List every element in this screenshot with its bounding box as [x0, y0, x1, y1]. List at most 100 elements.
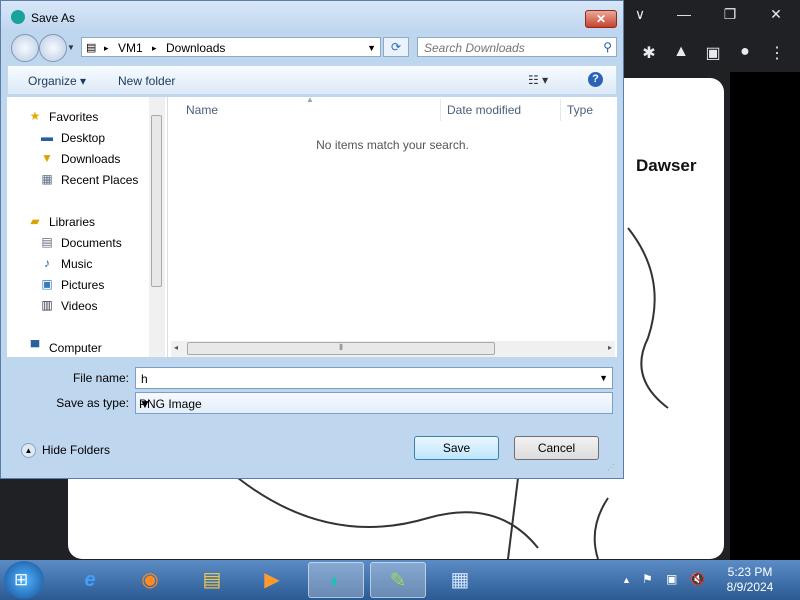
extensions-icon[interactable]: ✱ — [638, 43, 660, 63]
nav-label: Pictures — [61, 278, 105, 292]
downloads-icon: ▼ — [41, 151, 53, 165]
save-button[interactable]: Save — [414, 436, 499, 460]
file-name-label: File name: — [72, 371, 129, 385]
firefox-icon[interactable]: ◉ — [122, 562, 178, 598]
file-list[interactable]: Name ▲ Date modified Type No items match… — [168, 95, 617, 357]
canvas-text: Dawser — [636, 156, 697, 175]
windows-logo-icon: ⊞ — [14, 570, 29, 589]
nav-label: Computer — [49, 341, 102, 355]
column-divider[interactable] — [440, 99, 441, 121]
minimize-icon[interactable]: — — [672, 6, 696, 22]
scroll-right-icon[interactable]: ▸ — [608, 343, 612, 352]
change-view-button[interactable]: ☷ ▾ — [528, 73, 548, 87]
restore-icon[interactable]: ❐ — [718, 6, 742, 23]
browser-app-icon[interactable]: ◐ — [308, 562, 364, 598]
hide-folders-button[interactable]: ▲ Hide Folders — [21, 443, 111, 459]
start-button[interactable]: ⊞ — [4, 561, 44, 599]
save-as-type-select[interactable]: PNG Image ▼ — [135, 392, 613, 414]
close-icon[interactable]: ✕ — [764, 6, 788, 23]
search-box[interactable]: ⚲ — [417, 37, 617, 57]
app-icon — [11, 10, 25, 24]
documents-icon: ▤ — [41, 235, 53, 249]
save-as-type-dropdown-icon[interactable]: ▼ — [139, 397, 608, 411]
music-icon: ♪ — [44, 256, 50, 270]
folder-icon: ▤ — [86, 42, 97, 54]
computer-icon: ▀ — [30, 340, 40, 354]
nav-label: Documents — [61, 236, 122, 250]
scroll-left-icon[interactable]: ◂ — [174, 343, 178, 352]
back-button[interactable] — [11, 34, 39, 62]
browser-toolbar: ∨ — ❐ ✕ ✱ ▲ ▣ ● ⋮ — [620, 0, 800, 72]
file-explorer-icon[interactable]: ▤ — [184, 562, 240, 598]
tab-search-icon[interactable]: ∨ — [628, 6, 652, 23]
clock[interactable]: 5:23 PM 8/9/2024 — [722, 565, 778, 595]
profile-icon[interactable]: ● — [734, 43, 756, 61]
remote-desktop-icon[interactable]: ▦ — [432, 562, 488, 598]
save-as-dialog: Save As ✕ ▼ ▤ ▸ VM1 ▸ Downloads ▼ ⟳ ⚲ Or… — [0, 0, 624, 479]
file-name-input[interactable] — [139, 370, 583, 388]
nav-label: Music — [61, 257, 93, 271]
navigation-pane: ★ Favorites ▬ Desktop ▼ Downloads ▦ Rece… — [7, 97, 168, 357]
forward-button[interactable] — [39, 34, 67, 62]
nav-label: Recent Places — [61, 173, 139, 187]
search-icon[interactable]: ⚲ — [603, 40, 612, 54]
dialog-title: Save As — [31, 11, 76, 25]
dialog-close-button[interactable]: ✕ — [585, 10, 617, 28]
organize-button[interactable]: Organize ▾ — [28, 74, 86, 88]
command-bar: Organize ▾ New folder ☷ ▾ ? — [7, 65, 617, 95]
libraries-icon: ▰ — [30, 214, 40, 228]
new-folder-button[interactable]: New folder — [118, 74, 175, 88]
nav-scrollbar[interactable] — [149, 97, 165, 357]
internet-explorer-icon[interactable]: e — [62, 562, 118, 598]
network-icon[interactable]: ▣ — [666, 572, 677, 586]
paint-app-icon[interactable]: ✎ — [370, 562, 426, 598]
sort-arrow-icon: ▲ — [306, 95, 314, 104]
nav-scrollbar-thumb[interactable] — [151, 115, 162, 287]
menu-icon[interactable]: ⋮ — [766, 43, 788, 63]
side-panel-icon[interactable]: ▣ — [702, 43, 724, 63]
videos-icon: ▥ — [41, 298, 53, 312]
dialog-titlebar[interactable]: Save As ✕ — [1, 1, 623, 33]
breadcrumb-separator-icon[interactable]: ▸ — [104, 43, 109, 54]
taskbar: ⊞ e ◉ ▤ ▶ ◐ ✎ ▦ ▲ ⚑ ▣ 🔇 5:23 PM 8/9/2024 — [0, 560, 800, 600]
resize-grip-icon[interactable]: ⋰ — [607, 463, 615, 472]
cancel-button[interactable]: Cancel — [514, 436, 599, 460]
desktop-icon: ▬ — [41, 130, 53, 144]
hide-folders-label: Hide Folders — [42, 443, 111, 457]
column-header-name[interactable]: Name — [186, 103, 218, 117]
browser-side-area — [730, 72, 800, 560]
column-header-date-modified[interactable]: Date modified — [447, 103, 521, 117]
file-name-field[interactable]: ▼ — [135, 367, 613, 389]
nav-label: Desktop — [61, 131, 106, 145]
volume-muted-icon[interactable]: 🔇 — [690, 572, 705, 586]
hscrollbar-thumb[interactable]: ⦀ — [187, 342, 495, 355]
nav-label: Favorites — [49, 110, 99, 124]
show-hidden-icons-icon[interactable]: ▲ — [622, 575, 631, 585]
lab-icon[interactable]: ▲ — [670, 43, 692, 61]
clock-date: 8/9/2024 — [726, 580, 774, 594]
address-dropdown-icon[interactable]: ▼ — [367, 43, 376, 53]
nav-label: Videos — [61, 299, 98, 313]
breadcrumb-vm1[interactable]: VM1 — [118, 41, 143, 55]
save-as-type-label: Save as type: — [56, 396, 129, 410]
column-header-type[interactable]: Type — [567, 103, 593, 117]
search-input[interactable] — [422, 39, 594, 57]
help-icon[interactable]: ? — [588, 72, 603, 87]
address-bar[interactable]: ▤ ▸ VM1 ▸ Downloads ▼ — [81, 37, 381, 57]
file-name-dropdown-icon[interactable]: ▼ — [599, 373, 608, 383]
breadcrumb-downloads[interactable]: Downloads — [166, 41, 225, 55]
action-center-icon[interactable]: ⚑ — [642, 572, 653, 586]
nav-label: Downloads — [61, 152, 121, 166]
star-icon: ★ — [29, 109, 41, 123]
recent-locations-icon[interactable]: ▼ — [67, 43, 75, 52]
column-divider[interactable] — [560, 99, 561, 121]
media-player-icon[interactable]: ▶ — [244, 562, 300, 598]
empty-message: No items match your search. — [316, 138, 469, 152]
refresh-button[interactable]: ⟳ — [383, 37, 409, 57]
clock-time: 5:23 PM — [727, 565, 773, 579]
file-list-hscrollbar[interactable]: ◂ ⦀ ▸ — [171, 341, 615, 357]
breadcrumb-separator-icon[interactable]: ▸ — [152, 43, 157, 54]
recent-places-icon: ▦ — [41, 172, 53, 186]
nav-label: Libraries — [49, 215, 96, 229]
collapse-icon: ▲ — [21, 443, 36, 459]
